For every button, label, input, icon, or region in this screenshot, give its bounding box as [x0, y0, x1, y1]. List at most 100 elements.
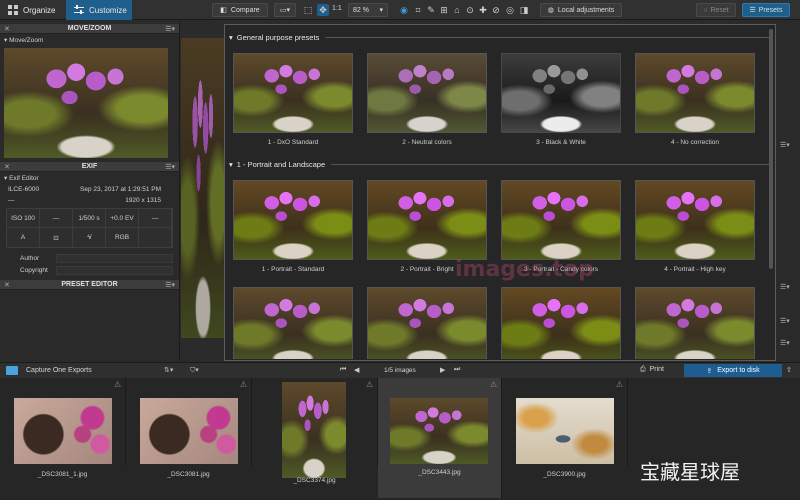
- export-to-disk-button[interactable]: ⇪ Export to disk: [684, 364, 782, 377]
- presets-button[interactable]: ☰ Presets: [742, 3, 790, 17]
- filmstrip: ⚠ _DSC3081_1.jpg ⚠ _DSC3081.jpg ⚠ _DSC33…: [0, 378, 800, 500]
- presets-label: Presets: [758, 6, 783, 14]
- share-icon[interactable]: ⇧: [786, 366, 792, 374]
- thumbnail-image: [140, 398, 238, 464]
- tab-customize[interactable]: Customize: [66, 0, 132, 20]
- chevron-down-icon: ▾: [4, 37, 8, 44]
- next-image-icon[interactable]: ▶: [440, 366, 445, 374]
- preset-row3-1[interactable]: [233, 287, 353, 359]
- preset-dxo-standard[interactable]: 1 - DxO Standard: [233, 53, 353, 146]
- filmstrip-thumb-selected[interactable]: ⚠ _DSC3443.jpg: [378, 378, 502, 498]
- preset-thumbnail: [233, 287, 353, 359]
- navigator-preview[interactable]: [4, 48, 168, 158]
- thumbnail-image: [14, 398, 112, 464]
- filmstrip-thumb[interactable]: ⚠ _DSC3081.jpg: [126, 378, 252, 478]
- section-general-header[interactable]: ▾ General purpose presets: [229, 31, 769, 43]
- metering-icon: ⊡: [40, 227, 73, 247]
- crop-icon[interactable]: ⌗: [412, 4, 424, 16]
- heal-icon[interactable]: ✚: [477, 4, 489, 16]
- horizon-icon[interactable]: ⊞: [438, 4, 450, 16]
- perspective-icon[interactable]: ⌂: [451, 4, 463, 16]
- preset-portrait-standard[interactable]: 1 - Portrait - Standard: [233, 180, 353, 273]
- chevron-down-icon: ▾: [4, 175, 8, 182]
- preset-black-white[interactable]: 3 - Black & White: [501, 53, 621, 146]
- layout-icon: ▭▾: [279, 7, 291, 14]
- export-icon: ⇪: [706, 367, 713, 375]
- export-label: Export to disk: [717, 367, 760, 374]
- thumbnail-image: [390, 398, 488, 464]
- menu-icon[interactable]: ☰▾: [780, 339, 790, 347]
- print-button[interactable]: ⎙ Print: [640, 366, 664, 374]
- preset-row3-2[interactable]: [367, 287, 487, 359]
- exif-subheader[interactable]: ▾ Exif Editor: [0, 172, 179, 184]
- menu-icon[interactable]: ☰▾: [780, 141, 790, 149]
- preset-row3-4[interactable]: [635, 287, 755, 359]
- copyright-label: Copyright: [20, 267, 48, 274]
- pipette-icon[interactable]: ✎: [425, 4, 437, 16]
- local-adjustments-button[interactable]: ◍ Local adjustments: [540, 3, 622, 17]
- chevron-down-icon: ▾: [229, 32, 233, 42]
- reset-icon: ○: [703, 6, 708, 14]
- before-after-icon[interactable]: ◨: [518, 4, 530, 16]
- eye-dropper-active-icon[interactable]: ◉: [398, 4, 410, 16]
- prev-image-icon[interactable]: ◀: [354, 366, 359, 374]
- printer-icon: ⎙: [640, 366, 646, 373]
- thumbnail-image: [282, 382, 346, 478]
- folder-name[interactable]: Capture One Exports: [26, 367, 92, 374]
- move-icon[interactable]: ✥: [317, 4, 329, 16]
- close-icon[interactable]: ✕: [4, 281, 10, 289]
- reset-button[interactable]: ○ Reset: [696, 3, 736, 17]
- preset-neutral-colors[interactable]: 2 - Neutral colors: [367, 53, 487, 146]
- zoom-select[interactable]: 82 % ▾: [348, 3, 388, 17]
- chevron-down-icon: ▾: [229, 159, 233, 169]
- preset-portrait-high-key[interactable]: 4 - Portrait - High key: [635, 180, 755, 273]
- menu-icon[interactable]: ☰▾: [165, 25, 175, 33]
- filmstrip-thumb[interactable]: ⚠ _DSC3900.jpg: [502, 378, 628, 478]
- close-icon[interactable]: ✕: [4, 163, 10, 171]
- preset-no-correction[interactable]: 4 - No correction: [635, 53, 755, 146]
- copyright-field[interactable]: [56, 266, 173, 275]
- preset-thumbnail: [635, 180, 755, 260]
- move-zoom-header[interactable]: ✕ MOVE/ZOOM ☰▾: [0, 24, 179, 34]
- preset-label: 1 - DxO Standard: [267, 139, 319, 146]
- presets-scrollbar[interactable]: [769, 29, 773, 269]
- preview-eye-icon[interactable]: ◎: [504, 4, 516, 16]
- sliders-icon: [74, 5, 84, 15]
- exif-dimensions-row: — 1920 x 1315: [0, 195, 179, 208]
- move-zoom-title: MOVE/ZOOM: [67, 25, 112, 32]
- flash-off-icon: ϟ̸: [73, 227, 106, 247]
- menu-icon[interactable]: ☰▾: [780, 283, 790, 291]
- move-zoom-subheader[interactable]: ▾ Move/Zoom: [0, 34, 179, 46]
- local-adjustments-label: Local adjustments: [557, 6, 615, 14]
- exif-grid: ISO 100 — 1/500 s +0.0 EV — A ⊡ ϟ̸ RGB: [6, 208, 173, 248]
- filmstrip-thumb[interactable]: ⚠ _DSC3374.jpg: [252, 378, 378, 484]
- watermark-cn: 宝藏星球屋: [640, 460, 740, 484]
- zoom-ratio[interactable]: 1:1: [332, 5, 342, 12]
- author-field[interactable]: [56, 254, 173, 263]
- close-icon[interactable]: ✕: [4, 25, 10, 33]
- menu-icon[interactable]: ☰▾: [780, 317, 790, 325]
- reset-label: Reset: [710, 6, 729, 14]
- compare-button[interactable]: ◧ Compare: [212, 3, 268, 17]
- sort-icon[interactable]: ⇅▾: [164, 366, 173, 374]
- tab-organize[interactable]: Organize: [0, 0, 66, 20]
- layout-dropdown[interactable]: ▭▾: [274, 3, 296, 17]
- preset-row3-3[interactable]: [501, 287, 621, 359]
- menu-icon[interactable]: ☰▾: [165, 281, 175, 289]
- export-badge-icon: ⚠: [490, 380, 498, 389]
- left-panel: ✕ MOVE/ZOOM ☰▾ ▾ Move/Zoom ✕ EXIF ☰▾ ▾ E…: [0, 21, 180, 361]
- section-portrait-header[interactable]: ▾ 1 - Portrait and Landscape: [229, 158, 769, 170]
- preset-thumbnail: [635, 53, 755, 133]
- last-image-icon[interactable]: ⏭: [454, 366, 460, 374]
- menu-icon[interactable]: ☰▾: [165, 163, 175, 171]
- exif-header[interactable]: ✕ EXIF ☰▾: [0, 162, 179, 172]
- red-eye-icon[interactable]: ⊙: [464, 4, 476, 16]
- preset-editor-header[interactable]: ✕ PRESET EDITOR ☰▾: [0, 280, 179, 290]
- filmstrip-thumb[interactable]: ⚠ _DSC3081_1.jpg: [0, 378, 126, 478]
- first-image-icon[interactable]: ⏮: [340, 366, 346, 374]
- right-panel-edge: ☰▾ ☰▾ ☰▾ ☰▾: [778, 21, 800, 361]
- fit-icon[interactable]: ⬚: [302, 4, 314, 16]
- repair-icon[interactable]: ⊘: [490, 4, 502, 16]
- filter-icon[interactable]: ⛉▾: [190, 366, 199, 375]
- main-image-viewer[interactable]: [181, 38, 225, 338]
